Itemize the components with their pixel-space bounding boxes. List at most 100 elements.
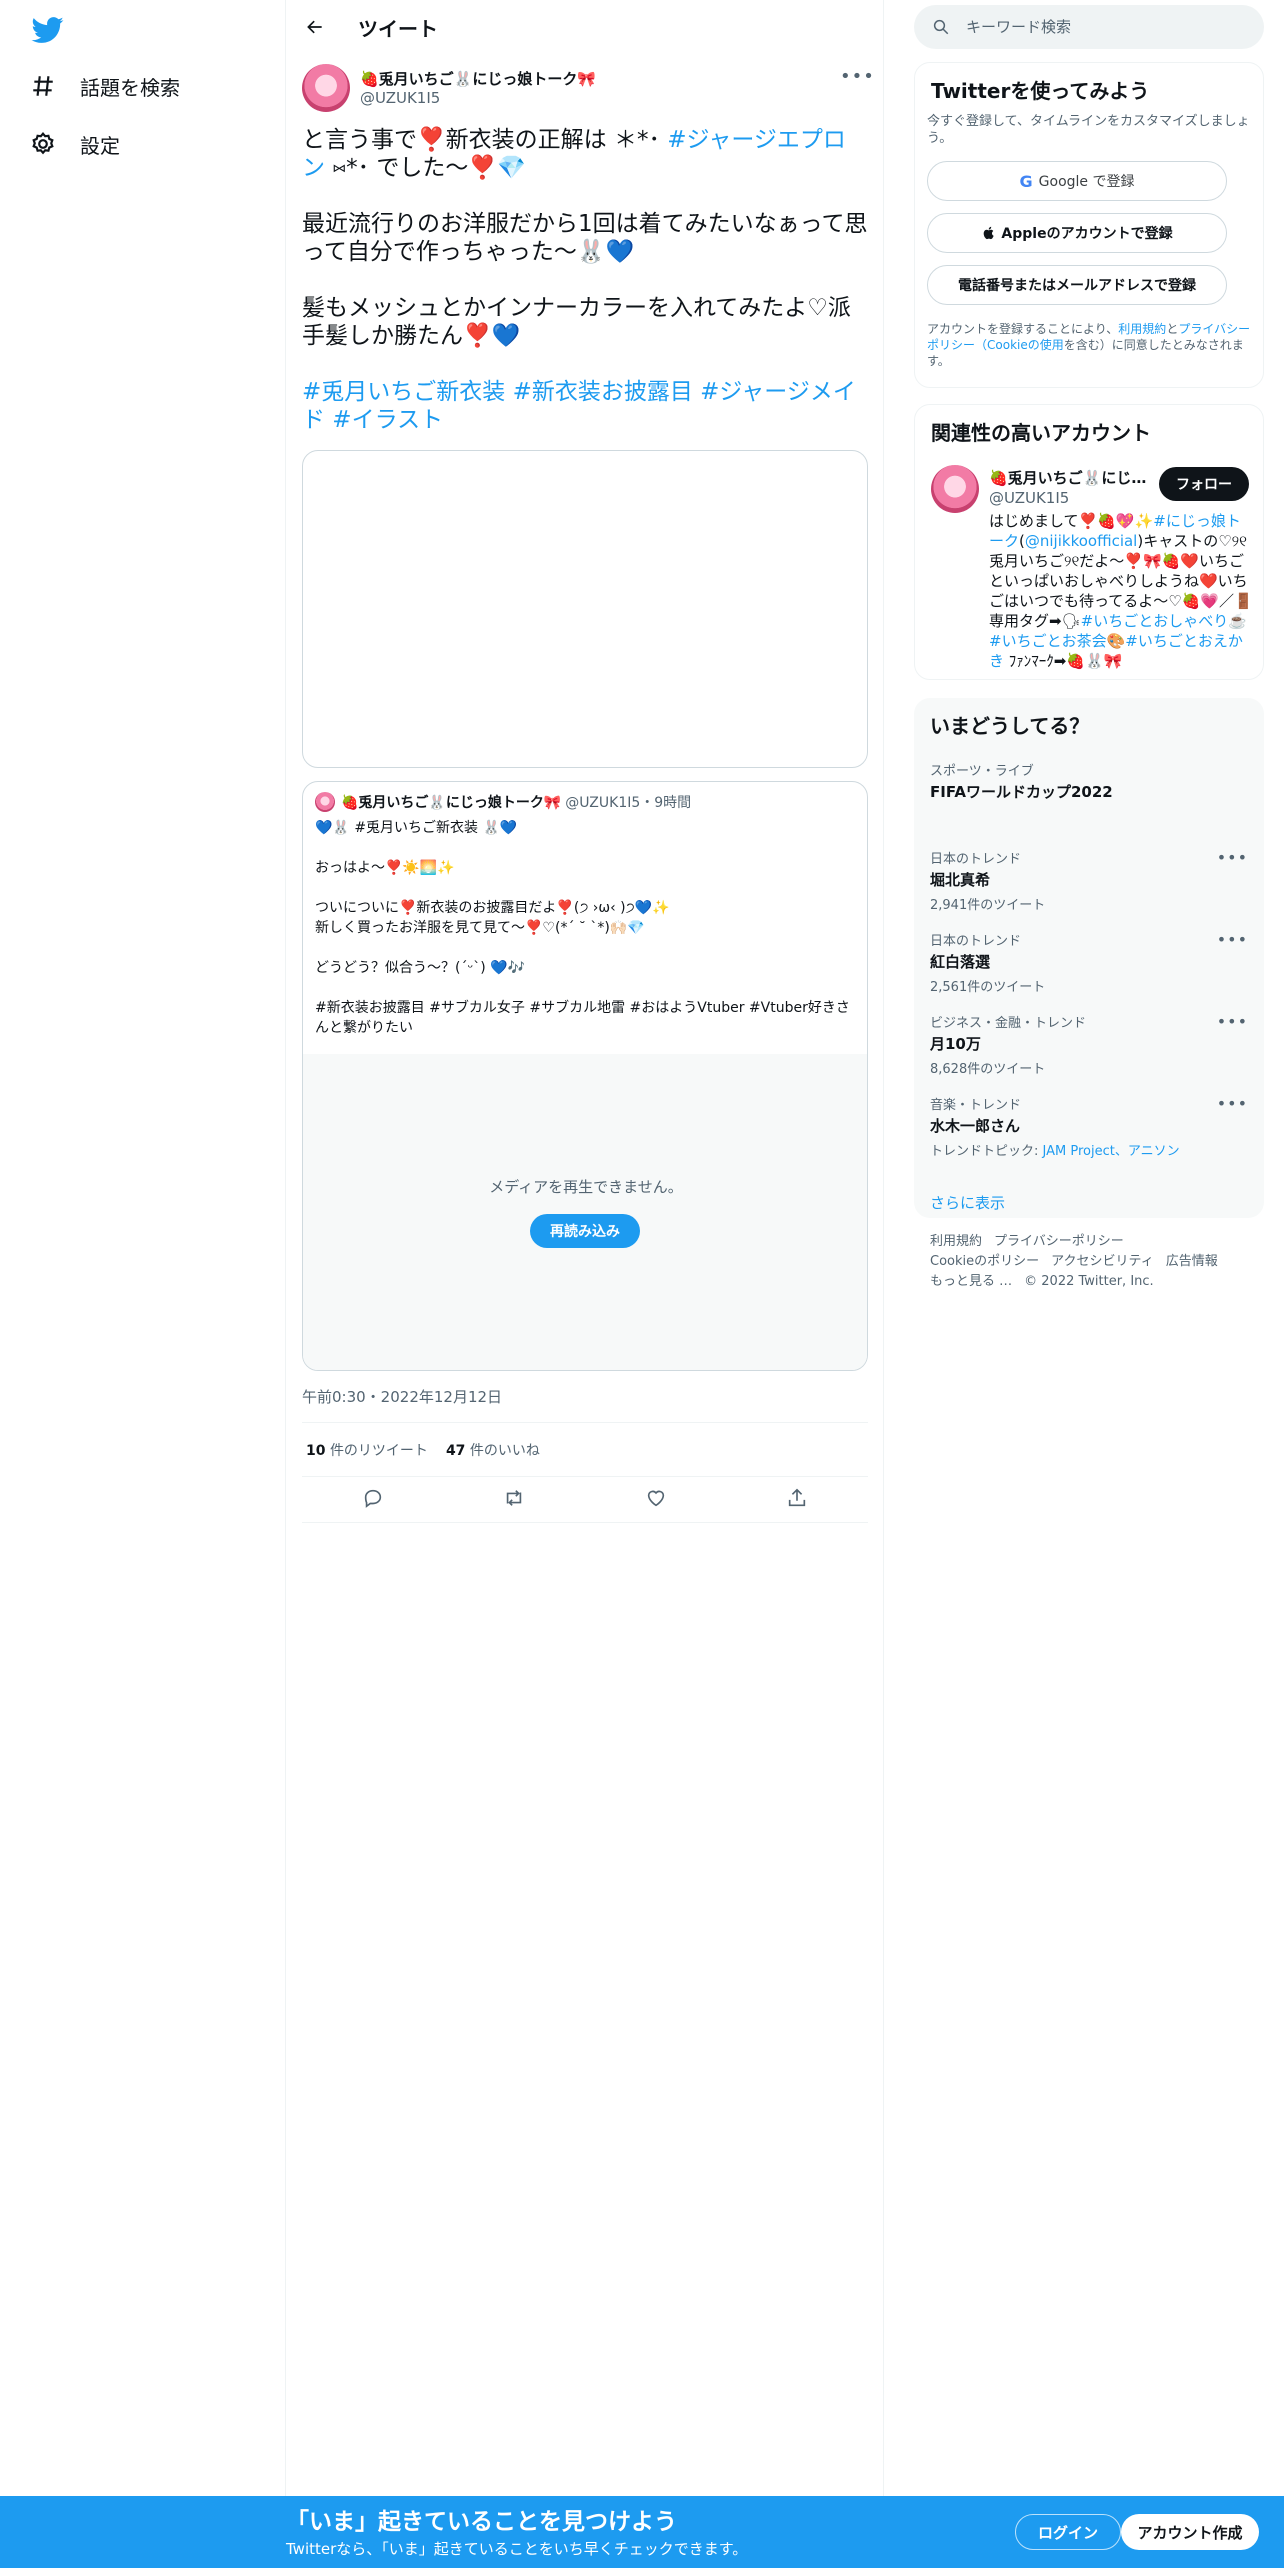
- gear-icon: [32, 132, 54, 155]
- related-name[interactable]: 🍓兎月いちご🐰にじっ娘トーク🎀: [989, 467, 1149, 488]
- google-signup-button[interactable]: G Google で登録: [927, 161, 1227, 201]
- avatar[interactable]: [931, 465, 979, 513]
- reply-icon[interactable]: [362, 1487, 384, 1513]
- bio-hashtag-link[interactable]: #いちごとおしゃべり: [1081, 612, 1229, 630]
- quoted-line: ついについに❣️新衣装のお披露目だよ❣️(੭ ›ω‹ )੭💙✨: [315, 900, 670, 916]
- media-error-message: メディアを再生できません。: [489, 1178, 683, 1196]
- retweet-stat[interactable]: 10 件のリツイート: [306, 1440, 428, 1460]
- page-header: ツイート: [286, 0, 884, 54]
- twitter-logo-icon[interactable]: [30, 14, 66, 46]
- footer: 利用規約 プライバシーポリシー Cookieのポリシー アクセシビリティ 広告情報 も…: [930, 1232, 1260, 1292]
- tweet-paragraph-2: 最近流行りのお洋服だから1回は着てみたいなぁって思って自分で作っちゃった〜🐰💙: [302, 211, 868, 265]
- quoted-tweet-header: 🍓兎月いちご🐰にじっ娘トーク🎀 @UZUK1I5・9時間: [315, 792, 691, 812]
- signup-card-subtitle: 今すぐ登録して、タイムラインをカスタマイズしましょう。: [927, 114, 1250, 146]
- quoted-line: #新衣装お披露目 #サブカル女子 #サブカル地雷 #おはようVtuber #Vt…: [315, 1000, 850, 1036]
- trend-category: ビジネス・金融・トレンド: [930, 1016, 1087, 1031]
- trend-item[interactable]: ••• 音楽・トレンド 水木一郎さん トレンドトピック: JAM Project…: [930, 1094, 1248, 1159]
- trend-item[interactable]: スポーツ・ライブ FIFAワールドカップ2022: [930, 760, 1248, 802]
- share-icon[interactable]: [786, 1487, 808, 1513]
- quoted-tweet-body: 💙🐰 #兎月いちご新衣装 🐰💙 おっはよ〜❣️☀️🌅✨ ついについに❣️新衣装の…: [315, 818, 855, 1058]
- more-options-icon[interactable]: •••: [1217, 1094, 1248, 1113]
- like-count: 47: [445, 1443, 466, 1459]
- bio-text: 🎨: [1106, 632, 1126, 650]
- trend-category: 日本のトレンド: [930, 934, 1022, 949]
- bio-hashtag-link[interactable]: #いちごとお茶会: [989, 632, 1107, 650]
- footer-link[interactable]: 広告情報: [1166, 1254, 1218, 1269]
- bio-text: ﾌｧﾝﾏｰｸ➡🍓🐰🎀: [1004, 652, 1123, 670]
- bottom-bar-title: 「いま」起きていることを見つけよう: [286, 2509, 677, 2535]
- trend-name: 水木一郎さん: [930, 1117, 1021, 1135]
- search-icon: [933, 19, 949, 35]
- cookie-link[interactable]: （Cookieの使用: [975, 338, 1064, 352]
- search-bar[interactable]: [914, 5, 1264, 49]
- more-options-icon[interactable]: •••: [840, 66, 874, 87]
- nav-explore[interactable]: 話題を検索: [30, 66, 180, 106]
- signup-card-title: Twitterを使ってみよう: [931, 79, 1150, 103]
- tweet-paragraph-1: と言う事で❣️新衣装の正解は ＊*･ #ジャージエプロン ⑅*･ でした〜❣️💎: [302, 126, 868, 182]
- nav-explore-label: 話題を検索: [80, 75, 180, 100]
- tweet-paragraph-3: 髪もメッシュとかインナーカラーを入れてみたよ♡派手髪しか勝たん❣️💙: [302, 295, 851, 349]
- like-stat[interactable]: 47 件のいいね: [446, 1440, 540, 1460]
- apple-signup-button[interactable]: Appleのアカウントで登録: [927, 213, 1227, 253]
- google-icon: G: [1019, 171, 1033, 191]
- arrow-left-icon: [307, 20, 322, 34]
- tweet-author: 🍓兎月いちご🐰にじっ娘トーク🎀 @UZUK1I5 •••: [302, 64, 874, 114]
- tweet-body: と言う事で❣️新衣装の正解は ＊*･ #ジャージエプロン ⑅*･ でした〜❣️💎…: [302, 126, 868, 378]
- footer-link[interactable]: アクセシビリティ: [1051, 1254, 1154, 1269]
- retweet-icon[interactable]: [503, 1487, 525, 1513]
- reload-button[interactable]: 再読み込み: [530, 1214, 640, 1248]
- quoted-line: 新しく買ったお洋服を見て見て〜❣️♡(*´ ˘ `*)🙌🏻💎: [315, 920, 645, 936]
- related-handle[interactable]: @UZUK1I5: [989, 489, 1069, 507]
- hashtag-icon: [33, 76, 53, 96]
- trend-category: 日本のトレンド: [930, 852, 1022, 867]
- bio-mention-link[interactable]: @nijikkoofficial: [1025, 532, 1137, 550]
- quoted-tweet[interactable]: 🍓兎月いちご🐰にじっ娘トーク🎀 @UZUK1I5・9時間 💙🐰 #兎月いちご新衣…: [302, 781, 868, 1371]
- more-options-icon[interactable]: •••: [1217, 930, 1248, 949]
- tweet-media[interactable]: [302, 450, 868, 768]
- author-name[interactable]: 🍓兎月いちご🐰にじっ娘トーク🎀: [360, 68, 596, 89]
- back-button[interactable]: [300, 12, 330, 42]
- quoted-handle-time: @UZUK1I5・9時間: [565, 795, 692, 811]
- phone-signup-button[interactable]: 電話番号またはメールアドレスで登録: [927, 265, 1227, 305]
- related-title: 関連性の高いアカウント: [931, 421, 1151, 445]
- trend-item[interactable]: ••• 日本のトレンド 堀北真希 2,941件のツイート: [930, 848, 1248, 913]
- page-title: ツイート: [358, 17, 438, 41]
- trend-topic-prefix: トレンドトピック:: [930, 1144, 1043, 1159]
- quoted-line: おっはよ〜❣️☀️🌅✨: [315, 860, 455, 876]
- tweet-timestamp[interactable]: 午前0:30・2022年12月12日: [302, 1386, 502, 1407]
- apple-signup-label: Appleのアカウントで登録: [1001, 226, 1173, 242]
- trend-item[interactable]: ••• ビジネス・金融・トレンド 月10万 8,628件のツイート: [930, 1012, 1248, 1077]
- trend-item[interactable]: ••• 日本のトレンド 紅白落選 2,561件のツイート: [930, 930, 1248, 995]
- footer-link[interactable]: プライバシーポリシー: [994, 1234, 1124, 1249]
- show-more-link[interactable]: さらに表示: [930, 1192, 1005, 1213]
- terms-link[interactable]: 利用規約: [1118, 322, 1166, 336]
- trend-topic-link[interactable]: JAM Project、アニソン: [1043, 1144, 1180, 1159]
- related-bio: はじめまして❣️🍓💖✨#にじっ娘トーク(@nijikkoofficial)キャス…: [989, 511, 1253, 671]
- copyright: © 2022 Twitter, Inc.: [1024, 1274, 1154, 1289]
- nav-settings[interactable]: 設定: [30, 124, 120, 164]
- quoted-author-name: 🍓兎月いちご🐰にじっ娘トーク🎀: [341, 795, 562, 811]
- main-column: ツイート 🍓兎月いちご🐰にじっ娘トーク🎀 @UZUK1I5 ••• と言う事で❣…: [286, 0, 884, 2568]
- search-input[interactable]: [966, 18, 1246, 36]
- bottom-signup-bar: 「いま」起きていることを見つけよう Twitterなら、「いま」起きていることを…: [0, 2496, 1284, 2568]
- trends-title: いまどうしてる？: [930, 714, 1090, 738]
- more-options-icon[interactable]: •••: [1217, 1012, 1248, 1031]
- more-options-icon[interactable]: •••: [1217, 848, 1248, 867]
- author-handle[interactable]: @UZUK1I5: [360, 89, 440, 107]
- bio-text: はじめまして❣️🍓💖✨: [989, 512, 1154, 530]
- trend-name: 月10万: [930, 1035, 981, 1053]
- trend-category: スポーツ・ライブ: [930, 764, 1034, 779]
- quoted-line: どうどう？似合う〜？(ˊᵕˋ) 💙🎶: [315, 960, 526, 976]
- avatar[interactable]: [302, 64, 350, 112]
- tweet-hashtags[interactable]: #兎月いちご新衣装 #新衣装お披露目 #ジャージメイド #イラスト: [302, 378, 868, 434]
- terms-text: と: [1166, 322, 1179, 336]
- bottom-bar-subtitle: Twitterなら、「いま」起きていることをいち早くチェックできます。: [286, 2540, 748, 2558]
- login-button[interactable]: ログイン: [1015, 2514, 1121, 2550]
- footer-link[interactable]: もっと見る …: [930, 1274, 1012, 1289]
- follow-button[interactable]: フォロー: [1159, 467, 1249, 501]
- footer-link[interactable]: 利用規約: [930, 1234, 982, 1249]
- heart-icon[interactable]: [645, 1487, 667, 1513]
- signup-button[interactable]: アカウント作成: [1121, 2514, 1259, 2550]
- trend-count: トレンドトピック: JAM Project、アニソン: [930, 1140, 1248, 1159]
- footer-link[interactable]: Cookieのポリシー: [930, 1254, 1039, 1269]
